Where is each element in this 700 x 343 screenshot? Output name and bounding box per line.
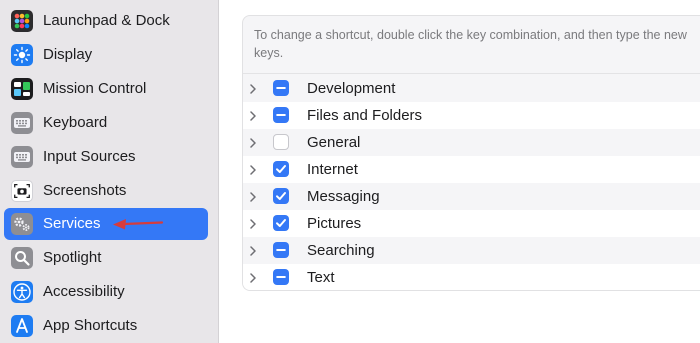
sidebar-item-launchpad-dock[interactable]: Launchpad & Dock bbox=[4, 5, 208, 37]
list-item-internet[interactable]: Internet bbox=[243, 156, 700, 183]
chevron-right-icon[interactable] bbox=[248, 83, 258, 95]
mission-control-icon bbox=[11, 78, 33, 100]
category-label: Messaging bbox=[307, 188, 380, 205]
screenshots-icon bbox=[11, 180, 33, 202]
app-shortcuts-icon bbox=[11, 315, 33, 337]
sidebar-item-label: Accessibility bbox=[43, 283, 125, 300]
sidebar-item-mission-control[interactable]: Mission Control bbox=[4, 73, 208, 105]
category-label: Development bbox=[307, 80, 396, 97]
keyboard-icon bbox=[11, 112, 33, 134]
list-item-pictures[interactable]: Pictures bbox=[243, 210, 700, 237]
sidebar-item-spotlight[interactable]: Spotlight bbox=[4, 242, 208, 274]
chevron-right-icon[interactable] bbox=[248, 191, 258, 203]
sidebar-item-label: Screenshots bbox=[43, 182, 127, 199]
sidebar-item-label: Spotlight bbox=[43, 249, 102, 266]
chevron-right-icon[interactable] bbox=[248, 137, 258, 149]
category-label: General bbox=[307, 134, 361, 151]
chevron-right-icon[interactable] bbox=[248, 110, 258, 122]
divider bbox=[243, 73, 700, 74]
checkbox-mixed[interactable] bbox=[273, 242, 289, 258]
chevron-right-icon[interactable] bbox=[248, 164, 258, 176]
sidebar: Launchpad & Dock Display Mission Control… bbox=[0, 0, 219, 343]
sidebar-item-services[interactable]: Services bbox=[4, 208, 208, 240]
main-content: To change a shortcut, double click the k… bbox=[220, 0, 700, 343]
checkbox-checked[interactable] bbox=[273, 161, 289, 177]
category-label: Text bbox=[307, 269, 335, 286]
services-panel: To change a shortcut, double click the k… bbox=[242, 15, 700, 291]
sidebar-item-label: App Shortcuts bbox=[43, 317, 138, 334]
accessibility-icon bbox=[11, 281, 33, 303]
checkbox-mixed[interactable] bbox=[273, 269, 289, 285]
annotation-arrow-icon bbox=[113, 219, 164, 230]
launchpad-icon bbox=[11, 10, 33, 32]
sidebar-item-label: Mission Control bbox=[43, 80, 147, 97]
sidebar-item-input-sources[interactable]: Input Sources bbox=[4, 141, 208, 173]
list-item-development[interactable]: Development bbox=[243, 75, 700, 102]
checkbox-mixed[interactable] bbox=[273, 80, 289, 96]
chevron-right-icon[interactable] bbox=[248, 245, 258, 257]
list-item-general[interactable]: General bbox=[243, 129, 700, 156]
input-sources-icon bbox=[11, 146, 33, 168]
chevron-right-icon[interactable] bbox=[248, 272, 258, 284]
sidebar-item-display[interactable]: Display bbox=[4, 39, 208, 71]
checkbox-mixed[interactable] bbox=[273, 107, 289, 123]
sidebar-item-label: Display bbox=[43, 46, 93, 63]
sidebar-item-screenshots[interactable]: Screenshots bbox=[4, 175, 208, 207]
sidebar-item-label: Keyboard bbox=[43, 114, 108, 131]
list-item-files-and-folders[interactable]: Files and Folders bbox=[243, 102, 700, 129]
list-item-text[interactable]: Text bbox=[243, 264, 700, 290]
checkbox-checked[interactable] bbox=[273, 215, 289, 231]
services-icon bbox=[11, 213, 33, 235]
checkbox-unchecked[interactable] bbox=[273, 134, 289, 150]
spotlight-icon bbox=[11, 247, 33, 269]
category-label: Files and Folders bbox=[307, 107, 423, 124]
list-item-searching[interactable]: Searching bbox=[243, 237, 700, 264]
category-label: Pictures bbox=[307, 215, 362, 232]
sidebar-item-label: Launchpad & Dock bbox=[43, 12, 170, 29]
chevron-right-icon[interactable] bbox=[248, 218, 258, 230]
sidebar-item-label: Input Sources bbox=[43, 148, 136, 165]
sidebar-item-keyboard[interactable]: Keyboard bbox=[4, 107, 208, 139]
category-label: Internet bbox=[307, 161, 358, 178]
sidebar-item-label: Services bbox=[43, 215, 101, 232]
sidebar-item-accessibility[interactable]: Accessibility bbox=[4, 276, 208, 308]
list-item-messaging[interactable]: Messaging bbox=[243, 183, 700, 210]
display-icon bbox=[11, 44, 33, 66]
instructions-text: To change a shortcut, double click the k… bbox=[254, 28, 687, 60]
category-label: Searching bbox=[307, 242, 375, 259]
checkbox-checked[interactable] bbox=[273, 188, 289, 204]
sidebar-item-app-shortcuts[interactable]: App Shortcuts bbox=[4, 310, 208, 342]
